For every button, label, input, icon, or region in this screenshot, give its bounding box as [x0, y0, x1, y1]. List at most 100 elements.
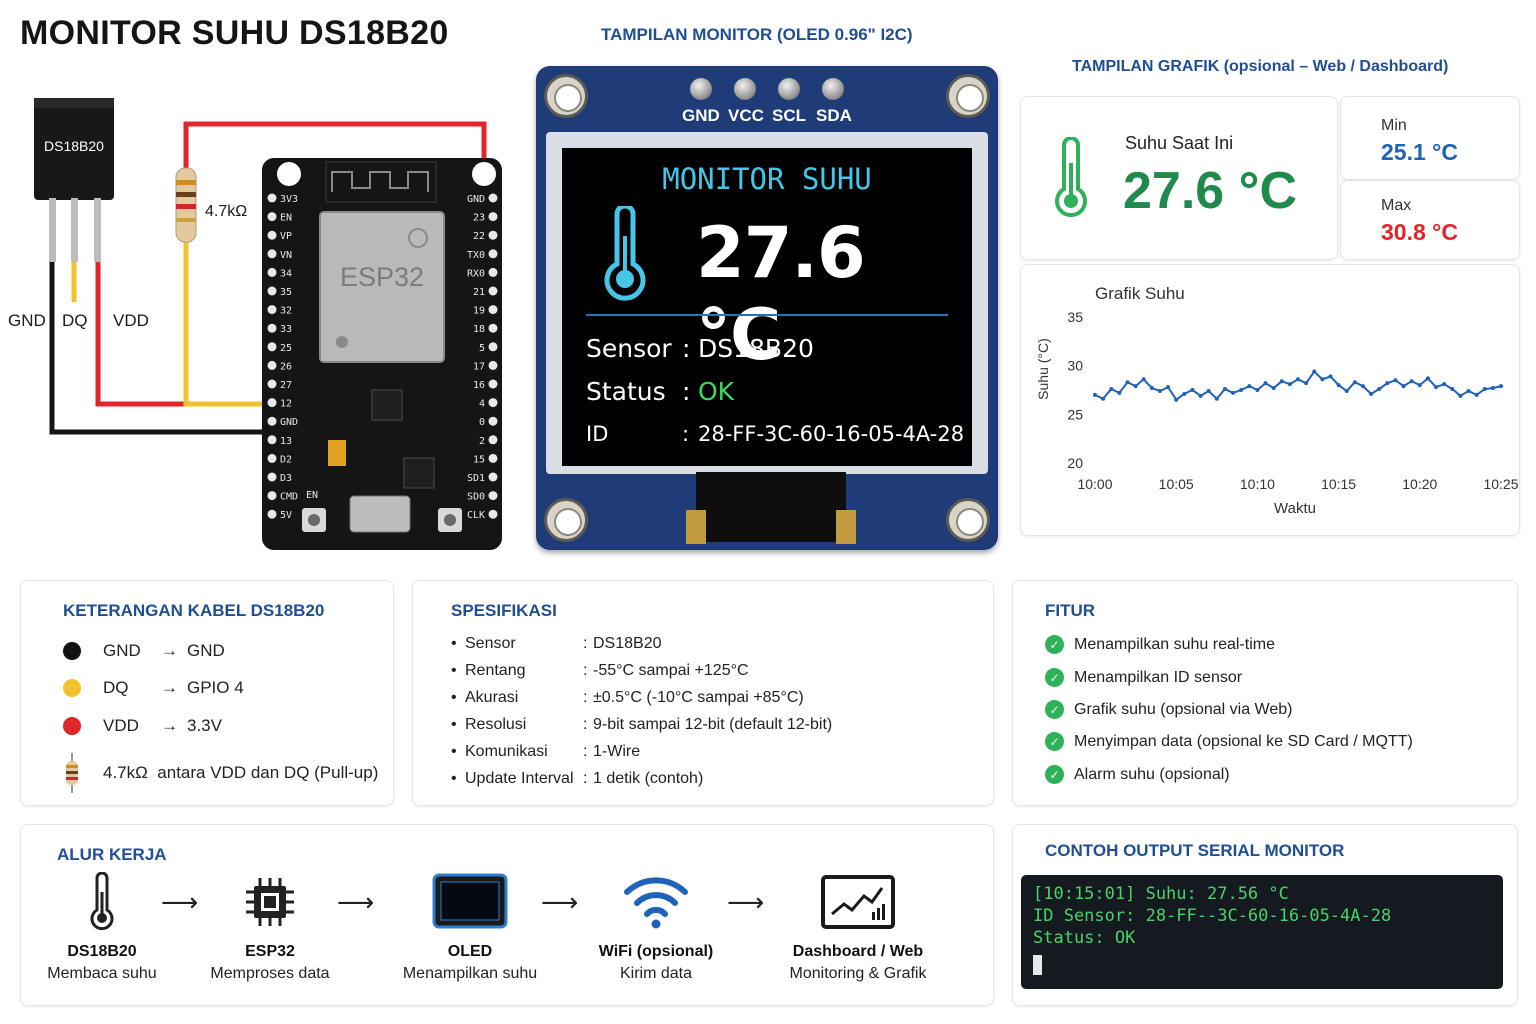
- spec-row: • Komunikasi:1-Wire: [451, 743, 641, 760]
- pin-label-left: VN: [280, 250, 292, 261]
- pin-label-right: GND: [467, 194, 485, 205]
- esp32-label: ESP32: [340, 262, 424, 292]
- pin-hole: [267, 193, 277, 203]
- x-tick-label: 10:10: [1240, 476, 1275, 492]
- data-point: [1336, 383, 1341, 388]
- pin-label-right: 17: [473, 361, 485, 372]
- data-point: [1360, 384, 1365, 389]
- pin-hole: [267, 249, 277, 259]
- cable-row-dq: DQ → GPIO 4: [63, 678, 244, 698]
- oled-row-sensor: Sensor: DS18B20: [586, 334, 814, 363]
- sensor-pin-gnd-label: GND: [8, 311, 46, 330]
- cable-row-vdd: VDD → 3.3V: [63, 716, 222, 736]
- wiring-diagram: DS18B20 GND DQ VDD 4.7kΩ ESP32 EN 3V3 EN V…: [8, 98, 502, 550]
- feature-item: ✓ Grafik suhu (opsional via Web): [1045, 700, 1292, 719]
- thermometer-icon: [90, 872, 114, 931]
- pin-hole: [488, 379, 498, 389]
- pin-label-right: 18: [473, 324, 485, 335]
- pin-label-left: 26: [280, 361, 292, 372]
- data-point: [1198, 393, 1203, 398]
- workflow-title: ALUR KERJA: [57, 845, 167, 864]
- data-point: [1458, 393, 1463, 398]
- black-dot-icon: [63, 642, 81, 660]
- data-point: [1320, 377, 1325, 382]
- data-point: [1157, 388, 1162, 393]
- data-point: [1434, 385, 1439, 390]
- data-point: [1239, 388, 1244, 392]
- pin-hole: [488, 453, 498, 463]
- sensor-pin-dq-label: DQ: [62, 311, 88, 330]
- data-point: [1141, 377, 1146, 382]
- pin-label-right: SD0: [467, 492, 485, 503]
- serial-line: ID Sensor: 28-FF--3C-60-16-05-4A-28: [1033, 906, 1392, 926]
- pin-label-left: 3V3: [280, 194, 298, 205]
- pin-hole: [488, 212, 498, 222]
- pin-hole: [267, 472, 277, 482]
- pin-hole: [267, 305, 277, 315]
- pin-label-left: 35: [280, 287, 292, 298]
- ribbon-tab: [836, 510, 856, 544]
- features-title: FITUR: [1045, 601, 1096, 620]
- pin-label-right: SD1: [467, 473, 485, 484]
- flow-step-sensor: DS18B20 Membaca suhu: [27, 871, 177, 983]
- flow-step-wifi: WiFi (opsional) Kirim data: [581, 871, 731, 983]
- data-point: [1482, 387, 1487, 392]
- x-tick-label: 10:05: [1159, 476, 1194, 492]
- pin-hole: [488, 416, 498, 426]
- data-point: [1474, 392, 1479, 397]
- data-point: [1133, 384, 1138, 389]
- current-temp-value: 27.6 °C: [1123, 162, 1298, 220]
- data-point: [1231, 390, 1236, 395]
- pin-hole: [488, 509, 498, 519]
- oled-module: GND VCC SCL SDA MONITOR SUHU 27.6 °C Sen…: [536, 66, 998, 550]
- oled-ribbon-cable: [696, 472, 846, 542]
- cable-row-resistor: 4.7kΩ antara VDD dan DQ (Pull-up): [63, 753, 378, 793]
- chart-ylabel: Suhu (°C): [1035, 338, 1051, 400]
- pin-hole: [488, 323, 498, 333]
- display-icon: [432, 873, 508, 929]
- data-point: [1401, 384, 1406, 389]
- data-point: [1442, 382, 1447, 387]
- check-icon: ✓: [1045, 668, 1064, 687]
- oled-screen-title: MONITOR SUHU: [662, 162, 872, 196]
- flow-arrow: ⟶: [337, 887, 375, 917]
- feature-item: ✓ Menyimpan data (opsional ke SD Card / M…: [1045, 732, 1413, 751]
- pin-label-right: 5: [479, 343, 485, 354]
- pin-hole: [488, 193, 498, 203]
- pin-hole: [267, 453, 277, 463]
- pin-hole: [488, 398, 498, 408]
- pin-label-left: GND: [280, 417, 298, 428]
- data-point: [1174, 397, 1179, 402]
- pin-hole: [267, 398, 277, 408]
- thermometer-icon: [604, 206, 646, 301]
- data-point: [1109, 387, 1114, 392]
- flow-step-esp32: ESP32 Memproses data: [195, 871, 345, 983]
- chip-icon: [246, 878, 294, 926]
- spec-row: • Akurasi: ±0.5°C (-10°C sampai +85°C): [451, 689, 804, 706]
- spec-row: • Resolusi:9-bit sampai 12-bit (default 1…: [451, 716, 833, 733]
- x-tick-label: 10:15: [1321, 476, 1356, 492]
- pin-hole: [488, 342, 498, 352]
- oled-pin-vcc: VCC: [728, 106, 764, 125]
- header-pin: [822, 78, 844, 100]
- pin-hole: [488, 360, 498, 370]
- esp32-board: ESP32 EN 3V3ENVPVN3435323325262712GND13D…: [262, 158, 502, 550]
- current-temp-card: Suhu Saat Ini 27.6 °C: [1020, 96, 1338, 260]
- pin-hole: [267, 360, 277, 370]
- wire-yellow: [183, 242, 270, 407]
- pin-label-left: 5V: [280, 510, 292, 521]
- workflow-card: ALUR KERJA DS18B20 Membaca suhu ⟶ ESP32 …: [20, 824, 994, 1006]
- header-pin: [690, 78, 712, 100]
- flow-arrow: ⟶: [541, 887, 579, 917]
- data-point: [1312, 369, 1317, 374]
- dashboard-section-title: TAMPILAN GRAFIK (opsional – Web / Dashbo…: [1072, 58, 1449, 75]
- chart-monitor-icon: [821, 875, 895, 929]
- chart-series: [1093, 369, 1503, 402]
- data-point: [1255, 388, 1260, 392]
- min-value: 25.1 °C: [1381, 139, 1458, 165]
- spec-card: SPESIFIKASI • Sensor: DS18B20 • Rentang: -55…: [412, 580, 994, 806]
- data-point: [1490, 386, 1495, 391]
- data-point: [1296, 377, 1300, 382]
- data-point: [1093, 392, 1097, 397]
- data-point: [1117, 390, 1122, 395]
